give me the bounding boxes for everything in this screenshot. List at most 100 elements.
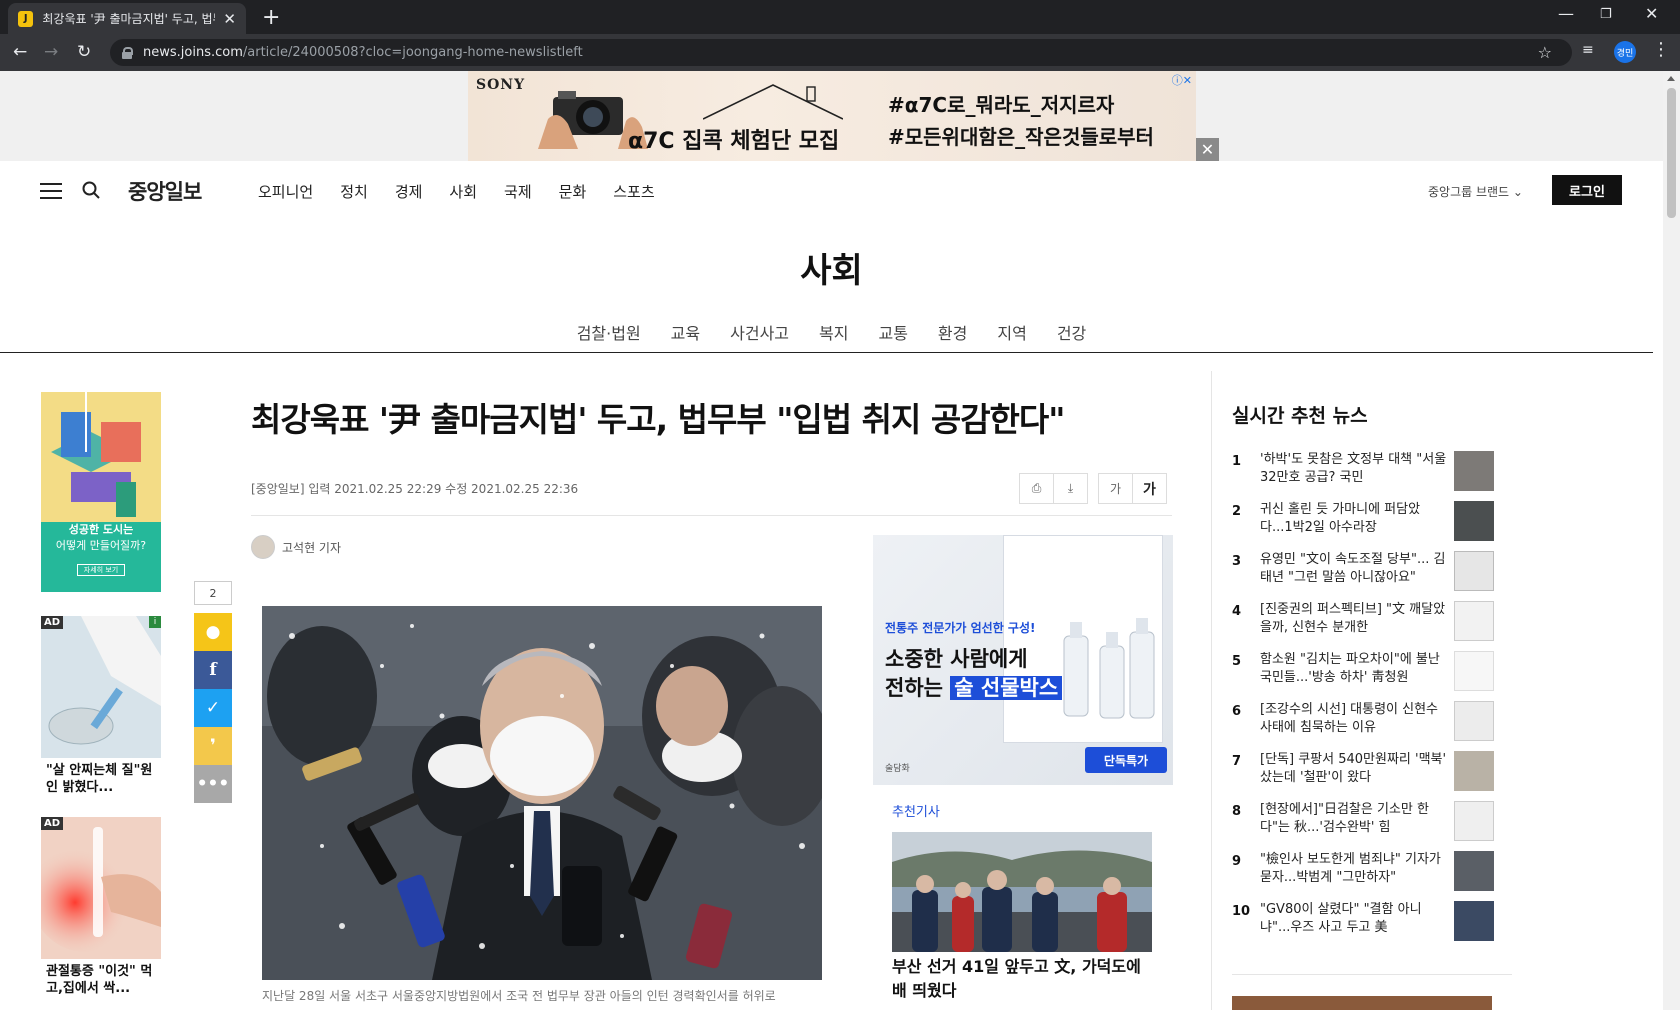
browser-menu-icon[interactable]: ⋮ (1652, 39, 1670, 60)
web-page: SONY α7C 집콕 체험단 모집 #α7C로_뭐라도_저지르자 #모든위대함… (0, 71, 1663, 1010)
font-larger-button[interactable]: 가 (1132, 473, 1167, 504)
window-close-icon[interactable]: ✕ (1645, 4, 1658, 23)
realtime-item[interactable]: 2 귀신 홀린 듯 가마니에 퍼담았다...1박2일 아수라장 (1232, 501, 1500, 545)
site-logo[interactable]: 중앙일보 (128, 176, 202, 206)
ad-city-text: 성공한 도시는 어떻게 만들어질까? (55, 523, 147, 552)
nav-society[interactable]: 사회 (449, 181, 477, 202)
kakaotalk-share-icon[interactable]: ● (194, 613, 232, 651)
browser-tab[interactable]: J 최강욱표 '尹 출마금지법' 두고, 법무부 "입법 취지 공감한다" | … (8, 3, 246, 34)
realtime-headline: 귀신 홀린 듯 가마니에 퍼담았다...1박2일 아수라장 (1260, 502, 1421, 535)
realtime-item[interactable]: 10 "GV80이 살렸다" "결함 아니냐"...우즈 사고 두고 美 (1232, 901, 1500, 945)
article-main-photo[interactable] (262, 606, 822, 980)
facebook-share-icon[interactable]: f (194, 651, 232, 689)
print-icon[interactable]: ⎙ (1019, 473, 1054, 504)
realtime-item[interactable]: 4 [진중권의 퍼스펙티브] "文 깨달았을까, 신현수 분개한 (1232, 601, 1500, 645)
browser-toolbar: ← → ↻ news.joins.com/article/24000508?cl… (0, 34, 1680, 71)
kakaostory-share-icon[interactable]: ❜ (194, 727, 232, 765)
press-scrum-photo (262, 606, 822, 980)
subnav-traffic[interactable]: 교통 (878, 320, 907, 344)
nav-opinion[interactable]: 오피니언 (258, 181, 313, 202)
reporter-byline[interactable]: 고석현 기자 (251, 535, 341, 559)
top-banner-ad[interactable]: SONY α7C 집콕 체험단 모집 #α7C로_뭐라도_저지르자 #모든위대함… (468, 71, 1196, 161)
gift-box-image (1003, 535, 1163, 743)
recommended-label: 추천기사 (892, 805, 940, 820)
tab-close-icon[interactable]: ✕ (223, 10, 236, 28)
nav-politics[interactable]: 정치 (340, 181, 368, 202)
nav-culture[interactable]: 문화 (559, 181, 587, 202)
meta-divider (251, 515, 1172, 516)
realtime-rank: 1 (1232, 454, 1242, 469)
scroll-up-arrow-icon[interactable] (1667, 76, 1675, 81)
more-share-icon[interactable]: ••• (194, 765, 232, 803)
middle-promo-ad[interactable]: 전통주 전문가가 엄선한 구성! 소중한 사람에게 전하는 술 선물박스 단독특… (873, 535, 1173, 785)
twitter-share-icon[interactable]: ✓ (194, 689, 232, 727)
site-favicon-icon: J (18, 10, 34, 27)
recommended-title[interactable]: 부산 선거 41일 앞두고 文, 가덕도에 배 띄웠다 (892, 955, 1152, 1003)
realtime-headline: [조강수의 시선] 대통령이 신현수 사태에 침묵하는 이유 (1260, 702, 1439, 735)
main-nav: 오피니언 정치 경제 사회 국제 문화 스포츠 (258, 181, 682, 202)
ad-info-icon[interactable]: i (149, 616, 161, 628)
ad-badge: AD (41, 817, 64, 830)
url-host: news.joins.com (143, 45, 243, 60)
realtime-item[interactable]: 3 유영민 "文이 속도조절 당부"... 김태년 "그런 말씀 아니잖아요" (1232, 551, 1500, 595)
forward-arrow-icon[interactable]: → (44, 42, 58, 62)
realtime-thumbnail (1454, 551, 1494, 591)
download-icon[interactable]: ⤓ (1053, 473, 1088, 504)
reload-icon[interactable]: ↻ (77, 42, 91, 62)
search-icon[interactable] (82, 181, 100, 199)
login-button[interactable]: 로그인 (1552, 175, 1622, 205)
group-brand-dropdown[interactable]: 중앙그룹 브랜드 ⌄ (1428, 183, 1523, 200)
realtime-item[interactable]: 8 [현장에서]"日검찰은 기소만 한다"는 秋...'검수완박' 힘 (1232, 801, 1500, 845)
realtime-headline: "GV80이 살렸다" "결함 아니냐"...우즈 사고 두고 美 (1260, 902, 1422, 935)
ad-city-more-button[interactable]: 자세히 보기 (77, 564, 125, 576)
site-header: 중앙일보 오피니언 정치 경제 사회 국제 문화 스포츠 중앙그룹 브랜드 ⌄ … (0, 161, 1663, 219)
left-rail-ad-diet[interactable]: AD i "살 안찌는체 질"원인 밝혔다... (41, 616, 161, 800)
profile-avatar[interactable]: 경민 (1614, 41, 1636, 63)
subnav-education[interactable]: 교육 (671, 320, 700, 344)
ad-diet-caption: "살 안찌는체 질"원인 밝혔다... (46, 763, 153, 795)
minimize-icon[interactable]: — (1558, 4, 1574, 23)
realtime-thumbnail (1454, 701, 1494, 741)
realtime-item[interactable]: 9 "檢인사 보도한게 범죄냐" 기자가 묻자...박범계 "그만하자" (1232, 851, 1500, 895)
realtime-item[interactable]: 7 [단독] 쿠팡서 540만원짜리 '맥북' 샀는데 '철판'이 왔다 (1232, 751, 1500, 795)
nav-sports[interactable]: 스포츠 (613, 181, 654, 202)
hamburger-menu-icon[interactable] (40, 183, 62, 200)
bookmark-star-icon[interactable]: ☆ (1538, 43, 1552, 62)
ad-joint-image: AD (41, 817, 161, 959)
recommended-thumbnail[interactable] (892, 832, 1152, 952)
left-rail-ad-city[interactable]: 성공한 도시는 어떻게 만들어질까? 자세히 보기 (41, 392, 161, 592)
back-arrow-icon[interactable]: ← (13, 42, 27, 62)
font-smaller-button[interactable]: 가 (1098, 473, 1133, 504)
realtime-bottom-divider (1232, 974, 1512, 975)
realtime-thumbnail (1454, 501, 1494, 541)
promo-deal-badge[interactable]: 단독특가 (1085, 747, 1167, 773)
subnav-environment[interactable]: 환경 (938, 320, 967, 344)
subnav-prosecution-court[interactable]: 검찰·법원 (577, 320, 641, 344)
subnav-welfare[interactable]: 복지 (819, 320, 848, 344)
realtime-item[interactable]: 5 함소원 "김치는 파오차이"에 불난 국민들...'방송 하차' 靑청원 (1232, 651, 1500, 695)
address-bar[interactable]: news.joins.com/article/24000508?cloc=joo… (110, 39, 1572, 66)
comment-count[interactable]: 2 (194, 581, 232, 605)
new-tab-plus-icon[interactable]: + (262, 5, 280, 30)
section-title: 사회 (800, 251, 863, 291)
ad-brand: SONY (476, 77, 526, 93)
page-scrollbar[interactable] (1663, 71, 1680, 1010)
subnav-health[interactable]: 건강 (1057, 320, 1086, 344)
nav-international[interactable]: 국제 (504, 181, 532, 202)
house-outline-image (703, 84, 843, 120)
restore-icon[interactable]: ❐ (1600, 7, 1612, 22)
scrollbar-thumb[interactable] (1667, 88, 1676, 218)
right-rail-banner[interactable] (1232, 996, 1492, 1010)
adchoices-icon[interactable]: ⓘ✕ (1172, 72, 1192, 88)
realtime-rank: 10 (1232, 904, 1251, 919)
promo-line-1: 소중한 사람에게 (885, 647, 1028, 671)
realtime-rank: 4 (1232, 604, 1242, 619)
subnav-incidents[interactable]: 사건사고 (730, 320, 789, 344)
left-rail-ad-joint[interactable]: AD 관절통증 "이것" 먹고,집에서 싹... (41, 817, 161, 1001)
reading-list-icon[interactable]: ≡ (1582, 42, 1594, 58)
ad-close-button[interactable]: ✕ (1196, 138, 1219, 161)
subnav-region[interactable]: 지역 (997, 320, 1026, 344)
nav-economy[interactable]: 경제 (395, 181, 423, 202)
realtime-item[interactable]: 1 '하박'도 못참은 文정부 대책 "서울 32만호 공급? 국민 (1232, 451, 1500, 495)
realtime-item[interactable]: 6 [조강수의 시선] 대통령이 신현수 사태에 침묵하는 이유 (1232, 701, 1500, 745)
